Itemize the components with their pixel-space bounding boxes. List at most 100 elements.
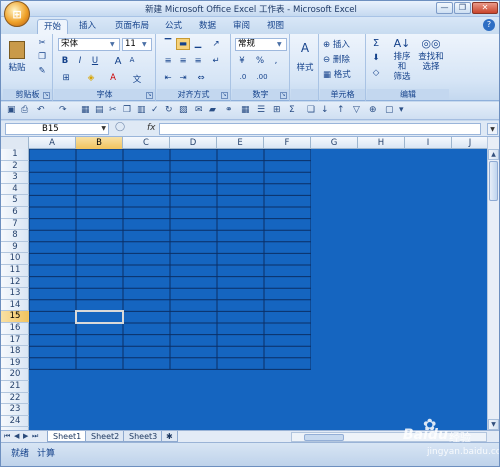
spell-icon[interactable]: ✓ <box>151 105 159 115</box>
format-painter-icon[interactable]: ✎ <box>35 65 49 77</box>
insert-cells-button[interactable]: ⊕ 插入 <box>322 37 364 50</box>
insert-sheet-icon[interactable]: ✱ <box>161 431 178 442</box>
format-toolbar-icon[interactable]: ▧ <box>179 105 188 115</box>
formula-input[interactable] <box>159 123 481 135</box>
row-header[interactable]: 10 <box>1 253 29 265</box>
wrap-text-icon[interactable]: ↵ <box>209 55 223 67</box>
align-left-icon[interactable]: ≡ <box>161 55 175 67</box>
tab-review[interactable]: 审阅 <box>227 19 256 34</box>
font-size-combo[interactable]: 11 ▼ <box>122 38 152 51</box>
autosum-icon[interactable]: Σ <box>369 37 383 49</box>
office-button[interactable]: ⊞ <box>4 1 30 27</box>
decrease-decimal-icon[interactable]: .00 <box>254 72 270 84</box>
column-header[interactable]: E <box>217 137 264 149</box>
align-bottom-icon[interactable]: ▁ <box>191 38 205 50</box>
row-header[interactable]: 5 <box>1 195 29 207</box>
row-header[interactable]: 7 <box>1 219 29 231</box>
copy-toolbar-icon[interactable]: ❐ <box>123 105 131 115</box>
email-icon[interactable]: ✉ <box>195 105 203 115</box>
filter-icon[interactable]: ▽ <box>353 105 360 115</box>
prev-sheet-icon[interactable]: ◀ <box>14 432 19 440</box>
cut-icon[interactable]: ✂ <box>35 37 49 49</box>
row-header[interactable]: 4 <box>1 184 29 196</box>
row-header[interactable]: 22 <box>1 393 29 405</box>
font-color-icon[interactable]: A <box>106 72 120 84</box>
tab-view[interactable]: 视图 <box>261 19 290 34</box>
restore-button[interactable]: ❐ <box>454 2 471 14</box>
sheet-tab-2[interactable]: Sheet2 <box>85 431 126 442</box>
sort-ascending-icon[interactable]: ↓ <box>321 105 329 115</box>
tab-page-layout[interactable]: 页面布局 <box>109 19 155 34</box>
sort-descending-icon[interactable]: ↑ <box>337 105 345 115</box>
open-icon[interactable]: ▰ <box>209 105 216 115</box>
worksheet[interactable]: A B C D E F G H I J 1 2 3 4 5 6 7 8 9 10 11 12 13 14 1… <box>1 137 499 430</box>
currency-icon[interactable]: ¥ <box>235 55 249 67</box>
select-all-corner[interactable] <box>1 137 29 149</box>
row-header[interactable]: 9 <box>1 242 29 254</box>
row-header[interactable]: 23 <box>1 404 29 416</box>
save-icon[interactable]: ▣ <box>7 105 16 115</box>
row-header[interactable]: 19 <box>1 358 29 370</box>
align-top-icon[interactable]: ▔ <box>161 38 175 50</box>
close-button[interactable]: ✕ <box>472 2 498 14</box>
align-right-icon[interactable]: ≡ <box>191 55 205 67</box>
list-icon[interactable]: ☰ <box>257 105 265 115</box>
comma-button[interactable]: , <box>270 55 282 67</box>
tab-data[interactable]: 数据 <box>193 19 222 34</box>
bold-button[interactable]: B <box>59 55 71 67</box>
row-header[interactable]: 8 <box>1 230 29 242</box>
vertical-scrollbar[interactable]: ▲ ▼ <box>487 137 499 430</box>
find-select-button[interactable]: ◎◎ 查找和 选择 <box>417 36 445 82</box>
undo-icon[interactable]: ↶ <box>37 105 45 115</box>
table-icon[interactable]: ▦ <box>81 105 90 115</box>
decrease-indent-icon[interactable]: ⇤ <box>161 72 175 84</box>
row-header[interactable]: 16 <box>1 323 29 335</box>
fill-icon[interactable]: ⬇ <box>369 52 383 64</box>
row-header[interactable]: 3 <box>1 172 29 184</box>
cut-toolbar-icon[interactable]: ✂ <box>109 105 117 115</box>
align-middle-icon[interactable]: ▬ <box>176 38 190 50</box>
row-header[interactable]: 21 <box>1 381 29 393</box>
new-icon[interactable]: ❏ <box>307 105 315 115</box>
increase-indent-icon[interactable]: ⇥ <box>176 72 190 84</box>
function-icon[interactable]: Σ <box>289 105 295 115</box>
grid-icon[interactable]: ▦ <box>241 105 250 115</box>
alignment-launcher-icon[interactable]: ↘ <box>221 92 228 99</box>
fill-color-icon[interactable]: ◈ <box>84 72 98 84</box>
phonetic-icon[interactable]: 文 <box>130 72 144 85</box>
border-toolbar-icon[interactable]: ⊞ <box>273 105 281 115</box>
paste-button[interactable]: 粘贴 <box>7 38 27 80</box>
column-header[interactable]: A <box>29 137 76 149</box>
column-header[interactable]: I <box>405 137 452 149</box>
merge-center-icon[interactable]: ⇔ <box>193 72 209 84</box>
last-sheet-icon[interactable]: ⏭ <box>32 432 38 441</box>
macro-icon[interactable]: ▢ <box>385 105 394 115</box>
clear-icon[interactable]: ◇ <box>369 67 383 79</box>
next-sheet-icon[interactable]: ▶ <box>23 432 28 440</box>
shrink-font-button[interactable]: A <box>126 55 138 67</box>
borders-icon[interactable]: ⊞ <box>59 72 73 84</box>
font-launcher-icon[interactable]: ↘ <box>146 92 153 99</box>
percent-button[interactable]: % <box>254 55 266 67</box>
column-header[interactable]: H <box>358 137 405 149</box>
format-cells-button[interactable]: ▦ 格式 <box>322 67 364 80</box>
chart-icon[interactable]: ▤ <box>95 105 104 115</box>
horizontal-scroll-thumb[interactable] <box>304 434 344 441</box>
link-icon[interactable]: ⚭ <box>225 105 233 115</box>
tab-home[interactable]: 开始 <box>37 19 69 34</box>
column-header[interactable]: D <box>170 137 217 149</box>
tab-insert[interactable]: 插入 <box>73 19 102 34</box>
expand-formula-icon[interactable]: ▼ <box>487 123 498 135</box>
name-box[interactable]: B15 ▼ <box>5 123 109 135</box>
styles-button[interactable]: A 样式 <box>293 38 317 78</box>
row-header[interactable]: 6 <box>1 207 29 219</box>
row-header[interactable]: 2 <box>1 161 29 173</box>
row-header[interactable]: 12 <box>1 277 29 289</box>
customize-toolbar-icon[interactable]: ▾ <box>399 105 404 115</box>
insert-function-icon[interactable]: fx <box>147 123 156 133</box>
scroll-thumb[interactable] <box>489 161 498 201</box>
sort-filter-button[interactable]: A↓ 排序和 筛选 <box>389 36 415 82</box>
number-format-combo[interactable]: 常规 ▼ <box>235 38 287 51</box>
copy-icon[interactable]: ❐ <box>35 51 49 63</box>
row-header[interactable]: 1 <box>1 149 29 161</box>
